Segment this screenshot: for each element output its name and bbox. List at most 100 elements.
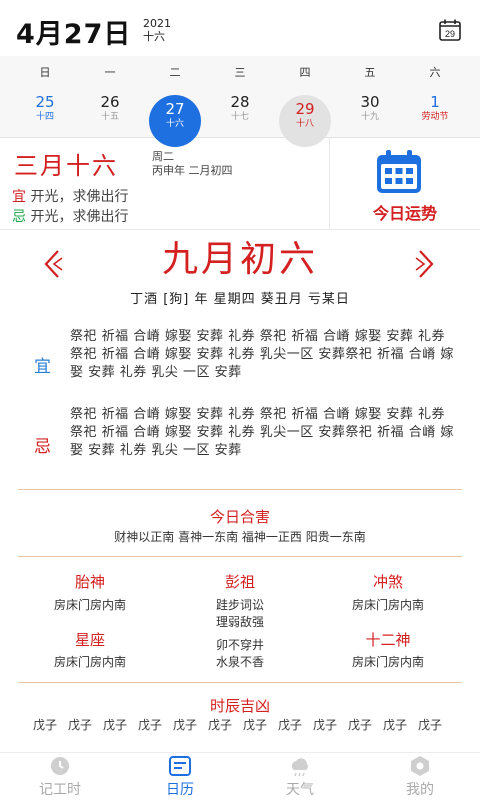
- fortune-button[interactable]: 今日运势: [330, 138, 480, 230]
- ji-row: 忌 开光，求佛出行: [12, 206, 128, 226]
- xingzuo-text: 房床门房内南: [53, 655, 126, 669]
- day-number: 30: [360, 93, 380, 111]
- ganzhi-line: 丁酒 [狗] 年 星期四 葵丑月 亏某日: [130, 292, 350, 307]
- hours-title: 时辰吉凶: [209, 697, 270, 715]
- hour-item: 戊子: [312, 718, 337, 732]
- day-lunar: 十四: [35, 112, 54, 122]
- calendar-today-icon[interactable]: 29: [438, 18, 462, 42]
- chongsha-text: 房床门房内南: [351, 598, 424, 612]
- harmony-title: 今日合害: [209, 508, 270, 526]
- tab-label: 我的: [406, 782, 434, 798]
- week-col-sun[interactable]: 日 25 十四: [20, 56, 70, 138]
- week-col-mon[interactable]: 一 26 十五: [85, 56, 135, 138]
- clock-icon: [51, 757, 69, 775]
- week-col-wed[interactable]: 三 28 十七: [215, 56, 265, 138]
- xingzuo-title: 星座: [74, 631, 105, 649]
- tab-profile[interactable]: 我的: [360, 753, 480, 800]
- lunar-ganzhi: 丙申年 二月初四: [152, 164, 233, 177]
- divider: [18, 489, 462, 490]
- weekday-label: 六: [429, 66, 441, 79]
- ji-tag: 忌: [12, 209, 26, 225]
- yi-row: 宜 开光，求佛出行: [12, 186, 128, 206]
- hour-item: 戊子: [207, 718, 232, 732]
- day-number: 28: [230, 93, 250, 111]
- hour-item: 戊子: [417, 718, 442, 732]
- pengzu-text-1: 跬步词讼: [215, 598, 264, 612]
- divider: [18, 682, 462, 683]
- week-col-sat[interactable]: 六 1 劳动节: [410, 56, 460, 138]
- taishen-text: 房床门房内南: [53, 598, 126, 612]
- tab-label: 日历: [166, 782, 194, 798]
- weekday-label: 一: [104, 66, 116, 79]
- year-text: 2021: [143, 17, 171, 30]
- hour-item: 戊子: [277, 718, 302, 732]
- ji-label: 忌: [34, 437, 51, 457]
- tab-weather[interactable]: 天气: [240, 753, 360, 800]
- taishen-title: 胎神: [74, 573, 105, 591]
- hour-item: 戊子: [137, 718, 162, 732]
- weekday-label: 二: [169, 66, 181, 79]
- hour-item: 戊子: [242, 718, 267, 732]
- weather-icon: [291, 758, 308, 777]
- day-cell[interactable]: 28 十七: [215, 92, 265, 142]
- day-number: 26: [100, 93, 120, 111]
- lunar-info: 周二 丙申年 二月初四: [152, 150, 233, 178]
- week-col-thu[interactable]: 四 29 十八: [279, 56, 331, 147]
- day-lunar: 十七: [230, 112, 249, 122]
- calendar-button-day: 29: [445, 29, 455, 39]
- shier-text: 房床门房内南: [351, 655, 424, 669]
- pengzu-text-2: 理弱敌强: [215, 615, 264, 629]
- detail-lunar-date: 九月初六: [161, 239, 318, 280]
- day-number: 25: [35, 93, 55, 111]
- hour-item: 戊子: [382, 718, 407, 732]
- week-col-fri[interactable]: 五 30 十九: [345, 56, 395, 138]
- hour-item: 戊子: [67, 718, 92, 732]
- header: 4月27日 2021 十六 29: [0, 0, 480, 56]
- lunar-summary-left: 三月十六 周二 丙申年 二月初四 宜 开光，求佛出行 忌 开光，求佛出行: [0, 138, 330, 230]
- current-date: 4月27日: [16, 19, 132, 50]
- shier-title: 十二神: [365, 631, 411, 649]
- lunar-weekday: 周二: [152, 150, 174, 163]
- yi-label: 宜: [34, 357, 51, 377]
- chongsha-title: 冲煞: [372, 573, 403, 591]
- ji-text: 开光，求佛出行: [30, 209, 129, 225]
- day-cell[interactable]: 25 十四: [20, 92, 70, 142]
- profile-icon: [411, 756, 429, 776]
- hour-item: 戊子: [32, 718, 57, 732]
- hour-item: 戊子: [102, 718, 127, 732]
- day-holiday: 劳动节: [421, 112, 449, 122]
- day-number: 27: [165, 100, 185, 118]
- fortune-label: 今日运势: [372, 204, 437, 223]
- ji-detail-text: 祭祀 祈福 合嵴 嫁娶 安葬 礼券 祭祀 祈福 合嵴 嫁娶 安葬 礼券 祭祀 祈…: [70, 407, 454, 458]
- day-cell[interactable]: 1 劳动节: [410, 92, 460, 142]
- gods-directions: 财神以正南 喜神一东南 福神一正西 阳贵一东南: [114, 530, 366, 544]
- yi-text: 开光，求佛出行: [30, 189, 129, 205]
- bottom-tab-bar: 记工时 日历 天气 我的: [0, 752, 480, 800]
- next-day-arrow-icon[interactable]: [414, 248, 438, 280]
- tab-worktime[interactable]: 记工时: [0, 753, 120, 800]
- weekday-label: 四: [299, 66, 311, 79]
- yi-tag: 宜: [12, 189, 26, 205]
- tab-label: 天气: [286, 782, 314, 798]
- pengzu-title: 彭祖: [224, 573, 255, 591]
- year-lunar: 2021 十六: [143, 17, 171, 43]
- day-lunar: 十八: [295, 119, 314, 129]
- pengzu-text-3: 卯不穿井: [215, 638, 264, 652]
- day-number: 1: [430, 93, 440, 111]
- tab-calendar[interactable]: 日历: [120, 753, 240, 800]
- tab-label: 记工时: [39, 782, 81, 798]
- day-lunar: 十六: [165, 119, 184, 129]
- divider: [18, 556, 462, 557]
- day-number: 29: [295, 100, 315, 118]
- pengzu-text-4: 水泉不香: [215, 655, 264, 669]
- yi-detail-text: 祭祀 祈福 合嵴 嫁娶 安葬 礼券 祭祀 祈福 合嵴 嫁娶 安葬 礼券 祭祀 祈…: [70, 329, 454, 380]
- day-cell[interactable]: 30 十九: [345, 92, 395, 142]
- weekday-label: 五: [364, 66, 376, 79]
- week-strip: 日 25 十四 一 26 十五 二 27 十六 三 28 十七 四 29 十八: [0, 56, 480, 147]
- day-lunar: 十九: [360, 112, 379, 122]
- hour-item: 戊子: [172, 718, 197, 732]
- calendar-icon: [169, 756, 191, 776]
- week-col-tue[interactable]: 二 27 十六: [149, 56, 201, 147]
- day-cell[interactable]: 26 十五: [85, 92, 135, 142]
- day-lunar: 十五: [100, 112, 119, 122]
